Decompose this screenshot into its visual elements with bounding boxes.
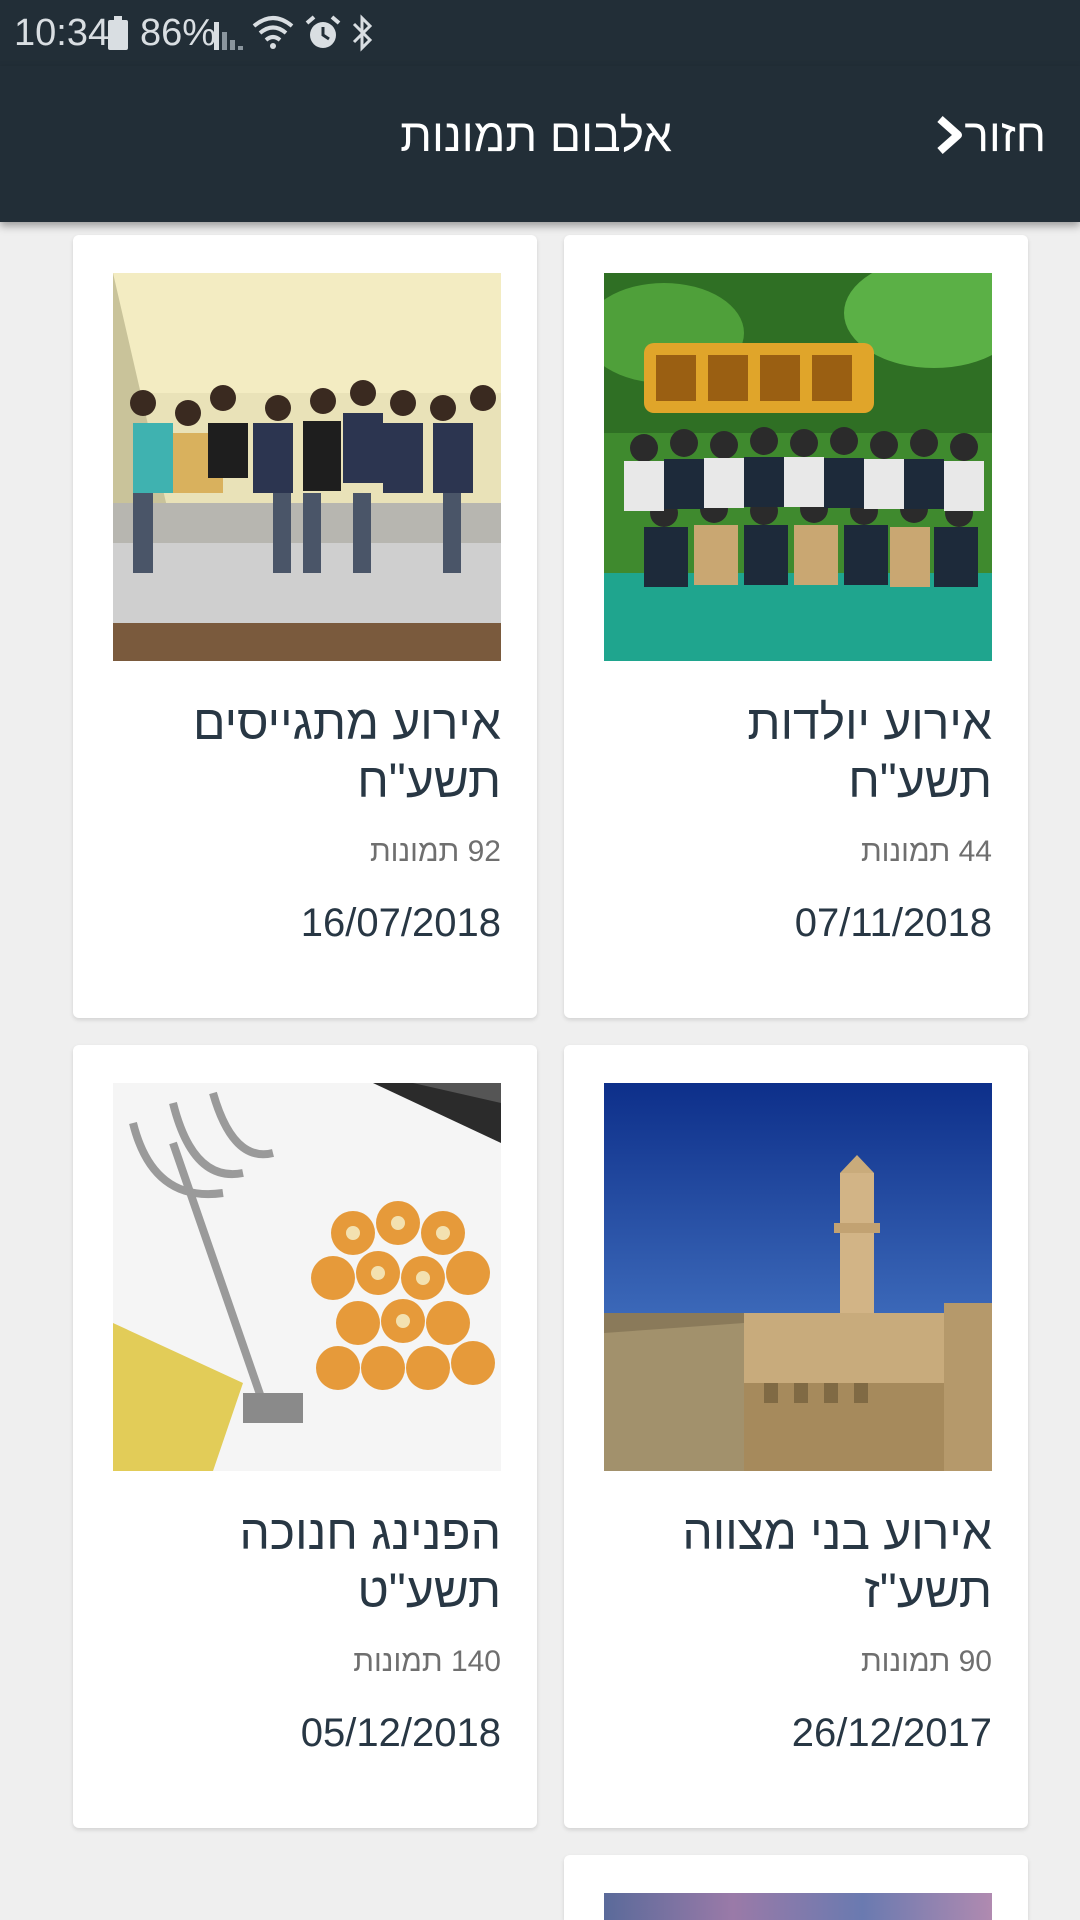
- album-thumbnail[interactable]: [604, 273, 992, 661]
- album-image-jungle-group: [604, 273, 992, 661]
- album-title-line2: תשע"ט: [357, 1565, 501, 1618]
- album-image-tower: [604, 1083, 992, 1471]
- wifi-icon: [252, 16, 294, 49]
- album-card-partial[interactable]: [564, 1855, 1028, 1920]
- album-title: אירוע בני מצווה תשע"ז: [604, 1505, 992, 1621]
- album-title-line2: תשע"ח: [357, 755, 501, 808]
- status-bar: 10:34 86%: [0, 0, 1080, 66]
- status-time: 10:34: [14, 12, 110, 54]
- album-title-line1: אירוע מתגייסים: [193, 697, 501, 750]
- album-title: אירוע מתגייסים תשע"ח: [113, 695, 501, 811]
- album-thumbnail[interactable]: [113, 273, 501, 661]
- album-thumbnail[interactable]: [604, 1083, 992, 1471]
- album-image-group-sitting: [113, 273, 501, 661]
- album-thumbnail-partial[interactable]: [604, 1893, 992, 1920]
- album-card[interactable]: אירוע מתגייסים תשע"ח 92 תמונות 16/07/201…: [73, 235, 537, 1018]
- album-title-line1: אירוע יולדות: [747, 697, 992, 750]
- album-title-line2: תשע"ז: [864, 1565, 992, 1618]
- album-title-line1: אירוע בני מצווה: [682, 1507, 992, 1560]
- album-date: 05/12/2018: [300, 1711, 501, 1755]
- album-card[interactable]: אירוע בני מצווה תשע"ז 90 תמונות 26/12/20…: [564, 1045, 1028, 1828]
- album-date: 07/11/2018: [794, 901, 992, 945]
- app-bar: אלבום תמונות חזור: [0, 66, 1080, 222]
- bluetooth-icon: [352, 14, 373, 52]
- album-card[interactable]: הפנינג חנוכה תשע"ט 140 תמונות 05/12/2018: [73, 1045, 537, 1828]
- battery-icon: [108, 16, 128, 50]
- photo-count: 92 תמונות: [369, 835, 501, 868]
- photo-count: 90 תמונות: [860, 1645, 992, 1678]
- album-title: אירוע יולדות תשע"ח: [604, 695, 992, 811]
- album-date: 26/12/2017: [791, 1711, 992, 1755]
- album-title: הפנינג חנוכה תשע"ט: [113, 1505, 501, 1621]
- album-image-menorah-donuts: [113, 1083, 501, 1471]
- battery-percent: 86%: [140, 12, 217, 54]
- alarm-icon: [305, 15, 341, 48]
- photo-count: 140 תמונות: [353, 1645, 501, 1678]
- back-label: חזור: [964, 109, 1046, 161]
- signal-icon: [214, 22, 243, 50]
- back-button[interactable]: חזור: [924, 108, 1046, 162]
- photo-count: 44 תמונות: [860, 835, 992, 868]
- album-card[interactable]: אירוע יולדות תשע"ח 44 תמונות 07/11/2018: [564, 235, 1028, 1018]
- page-title: אלבום תמונות: [400, 109, 672, 161]
- album-thumbnail[interactable]: [113, 1083, 501, 1471]
- chevron-right-icon: [937, 116, 963, 154]
- album-title-line2: תשע"ח: [848, 755, 992, 808]
- album-title-line1: הפנינג חנוכה: [239, 1507, 501, 1560]
- album-date: 16/07/2018: [300, 901, 501, 945]
